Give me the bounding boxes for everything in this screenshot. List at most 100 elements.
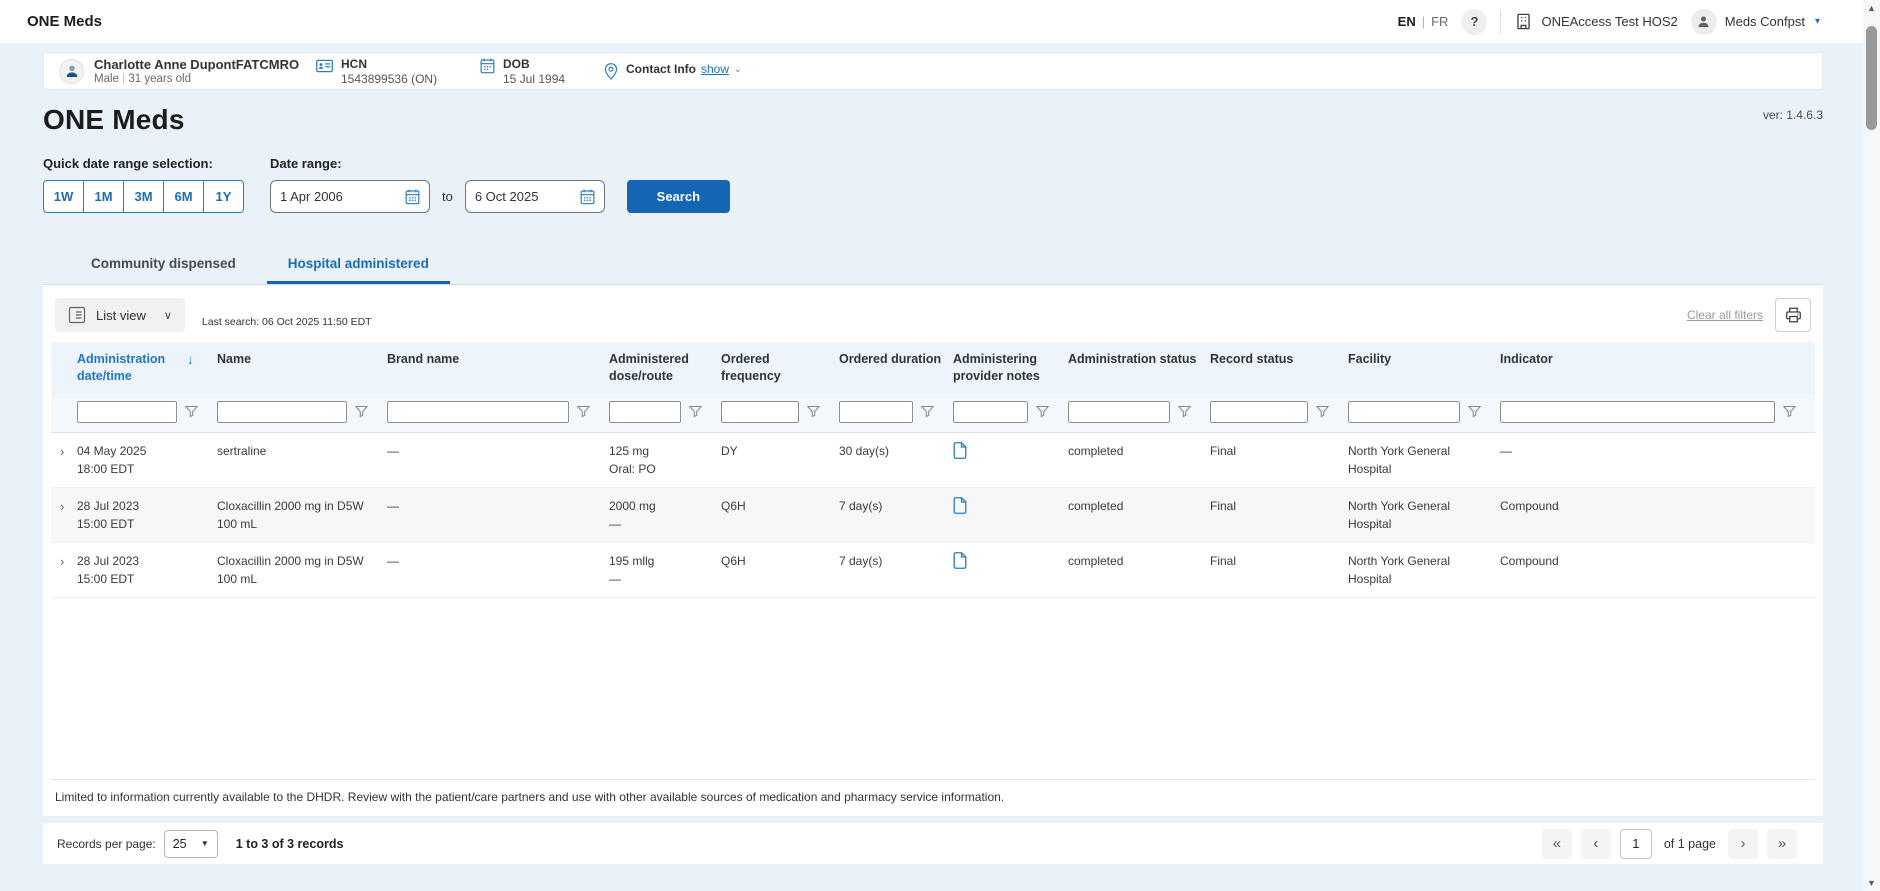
scroll-down-icon[interactable]: ▼ xyxy=(1863,878,1880,888)
column-header-indicator[interactable]: Indicator xyxy=(1500,342,1815,394)
cell-duration: 7 day(s) xyxy=(839,487,953,543)
date-to-input[interactable]: 6 Oct 2025 xyxy=(464,180,605,213)
tab-hospital-administered[interactable]: Hospital administered xyxy=(266,250,450,284)
date-to-value: 6 Oct 2025 xyxy=(474,189,539,204)
filter-icon[interactable] xyxy=(806,404,821,419)
filter-input-indicator[interactable] xyxy=(1500,400,1775,423)
tab-community-dispensed[interactable]: Community dispensed xyxy=(70,250,257,284)
date-from-value: 1 Apr 2006 xyxy=(280,189,343,204)
column-header-facility[interactable]: Facility xyxy=(1348,342,1500,394)
provider-notes-document-icon[interactable] xyxy=(953,441,967,459)
filter-icon[interactable] xyxy=(920,404,935,419)
table-filter-row xyxy=(51,393,1815,433)
quick-range-block: Quick date range selection: 1W 1M 3M 6M … xyxy=(43,156,244,213)
page-count-label: of 1 page xyxy=(1663,836,1716,851)
cell-facility: North York General xyxy=(1348,443,1451,458)
page-scrollbar[interactable]: ▲ ▼ xyxy=(1863,0,1880,891)
user-menu[interactable]: Meds Confpst ▾ xyxy=(1690,8,1820,35)
filter-input-date[interactable] xyxy=(77,400,177,423)
column-header-ordered-duration[interactable]: Ordered duration xyxy=(839,342,953,394)
topbar-right: EN | FR ? ONEAccess Test HOS2 Meds Confp… xyxy=(1398,8,1820,35)
next-page-button[interactable]: › xyxy=(1728,828,1758,859)
quick-range-1w-button[interactable]: 1W xyxy=(43,180,84,213)
clear-all-filters-link[interactable]: Clear all filters xyxy=(1687,308,1763,322)
view-selector[interactable]: List view ∨ xyxy=(55,298,185,332)
view-label: List view xyxy=(96,307,146,323)
location-pin-icon xyxy=(604,63,618,80)
filter-input-duration[interactable] xyxy=(839,400,913,423)
filter-icon[interactable] xyxy=(1782,404,1797,419)
search-controls: Quick date range selection: 1W 1M 3M 6M … xyxy=(43,156,1823,213)
quick-range-1y-button[interactable]: 1Y xyxy=(203,180,244,213)
chevron-down-icon: ▾ xyxy=(1814,16,1820,27)
demo-separator: | xyxy=(122,72,126,85)
filter-input-brand[interactable] xyxy=(387,400,569,423)
column-header-brand-name[interactable]: Brand name xyxy=(387,342,609,394)
help-icon[interactable]: ? xyxy=(1461,8,1488,35)
previous-page-button[interactable]: ‹ xyxy=(1580,828,1611,859)
main-content: ONE Meds ver: 1.4.6.3 Quick date range s… xyxy=(43,104,1823,816)
filter-icon[interactable] xyxy=(354,404,369,419)
filter-input-administration-status[interactable] xyxy=(1068,400,1170,423)
column-header-record-status[interactable]: Record status xyxy=(1210,342,1348,394)
column-header-dose-route[interactable]: Administered dose/route xyxy=(609,342,721,394)
column-header-ordered-frequency[interactable]: Ordered frequency xyxy=(721,342,839,394)
column-header-name[interactable]: Name xyxy=(217,342,387,394)
filter-input-frequency[interactable] xyxy=(721,400,799,423)
column-header-provider-notes[interactable]: Administering provider notes xyxy=(953,342,1068,394)
row-expand-icon[interactable]: › xyxy=(51,442,64,462)
filter-icon[interactable] xyxy=(1315,404,1330,419)
quick-range-group: 1W 1M 3M 6M 1Y xyxy=(43,180,244,213)
current-page-input[interactable]: 1 xyxy=(1619,828,1652,859)
records-per-page-select[interactable]: 25 ▼ xyxy=(163,829,218,858)
scrollbar-thumb[interactable] xyxy=(1866,26,1877,130)
date-from-input[interactable]: 1 Apr 2006 xyxy=(270,180,430,213)
column-header-administration-datetime[interactable]: Administration date/time ↓ xyxy=(77,342,217,394)
contact-show-link[interactable]: show xyxy=(701,62,729,77)
quick-range-3m-button[interactable]: 3M xyxy=(123,180,164,213)
lang-fr[interactable]: FR xyxy=(1431,14,1448,29)
sort-desc-icon[interactable]: ↓ xyxy=(187,351,194,385)
building-icon xyxy=(1514,12,1533,31)
row-expand-icon[interactable]: › xyxy=(51,552,64,572)
calendar-icon[interactable] xyxy=(580,189,595,205)
row-expand-icon[interactable]: › xyxy=(51,497,64,517)
last-page-button[interactable]: » xyxy=(1767,828,1797,859)
filter-input-record-status[interactable] xyxy=(1210,400,1308,423)
quick-range-1m-button[interactable]: 1M xyxy=(83,180,124,213)
first-page-button[interactable]: « xyxy=(1541,828,1572,859)
filter-icon[interactable] xyxy=(1035,404,1050,419)
filter-expander-cell xyxy=(51,393,77,433)
filter-input-dose[interactable] xyxy=(609,400,681,423)
filter-icon[interactable] xyxy=(184,404,199,419)
patient-hcn: HCN 1543899536 (ON) xyxy=(316,57,462,86)
filter-icon[interactable] xyxy=(1177,404,1192,419)
column-header-administration-status[interactable]: Administration status xyxy=(1068,342,1210,394)
filter-input-notes[interactable] xyxy=(953,400,1028,423)
records-range-text: 1 to 3 of 3 records xyxy=(235,836,344,851)
version-label: ver: 1.4.6.3 xyxy=(1762,108,1823,122)
last-search-timestamp: Last search: 06 Oct 2025 11:50 EDT xyxy=(201,316,372,328)
scroll-up-icon[interactable]: ▲ xyxy=(1863,3,1880,13)
cell-duration: 7 day(s) xyxy=(839,542,953,598)
cell-dose: 195 mllg xyxy=(609,553,655,568)
patient-identity: Charlotte Anne DupontFATCMRO Male | 31 y… xyxy=(94,57,316,85)
provider-notes-document-icon[interactable] xyxy=(953,496,967,514)
filter-icon[interactable] xyxy=(576,404,591,419)
cell-time: 15:00 EDT xyxy=(77,516,135,531)
print-button[interactable] xyxy=(1775,298,1811,332)
cell-dose: 2000 mg xyxy=(609,498,656,513)
cell-time: 15:00 EDT xyxy=(77,571,135,586)
provider-notes-document-icon[interactable] xyxy=(953,551,967,569)
filter-icon[interactable] xyxy=(688,404,703,419)
quick-range-6m-button[interactable]: 6M xyxy=(163,180,204,213)
cell-administration-status: completed xyxy=(1068,487,1210,543)
filter-input-name[interactable] xyxy=(217,400,347,423)
filter-input-facility[interactable] xyxy=(1348,400,1460,423)
lang-en[interactable]: EN xyxy=(1398,14,1416,29)
calendar-icon[interactable] xyxy=(405,189,420,205)
filter-icon[interactable] xyxy=(1467,404,1482,419)
search-button[interactable]: Search xyxy=(626,180,730,213)
patient-banner: Charlotte Anne DupontFATCMRO Male | 31 y… xyxy=(43,52,1823,90)
organization: ONEAccess Test HOS2 xyxy=(1514,12,1678,31)
